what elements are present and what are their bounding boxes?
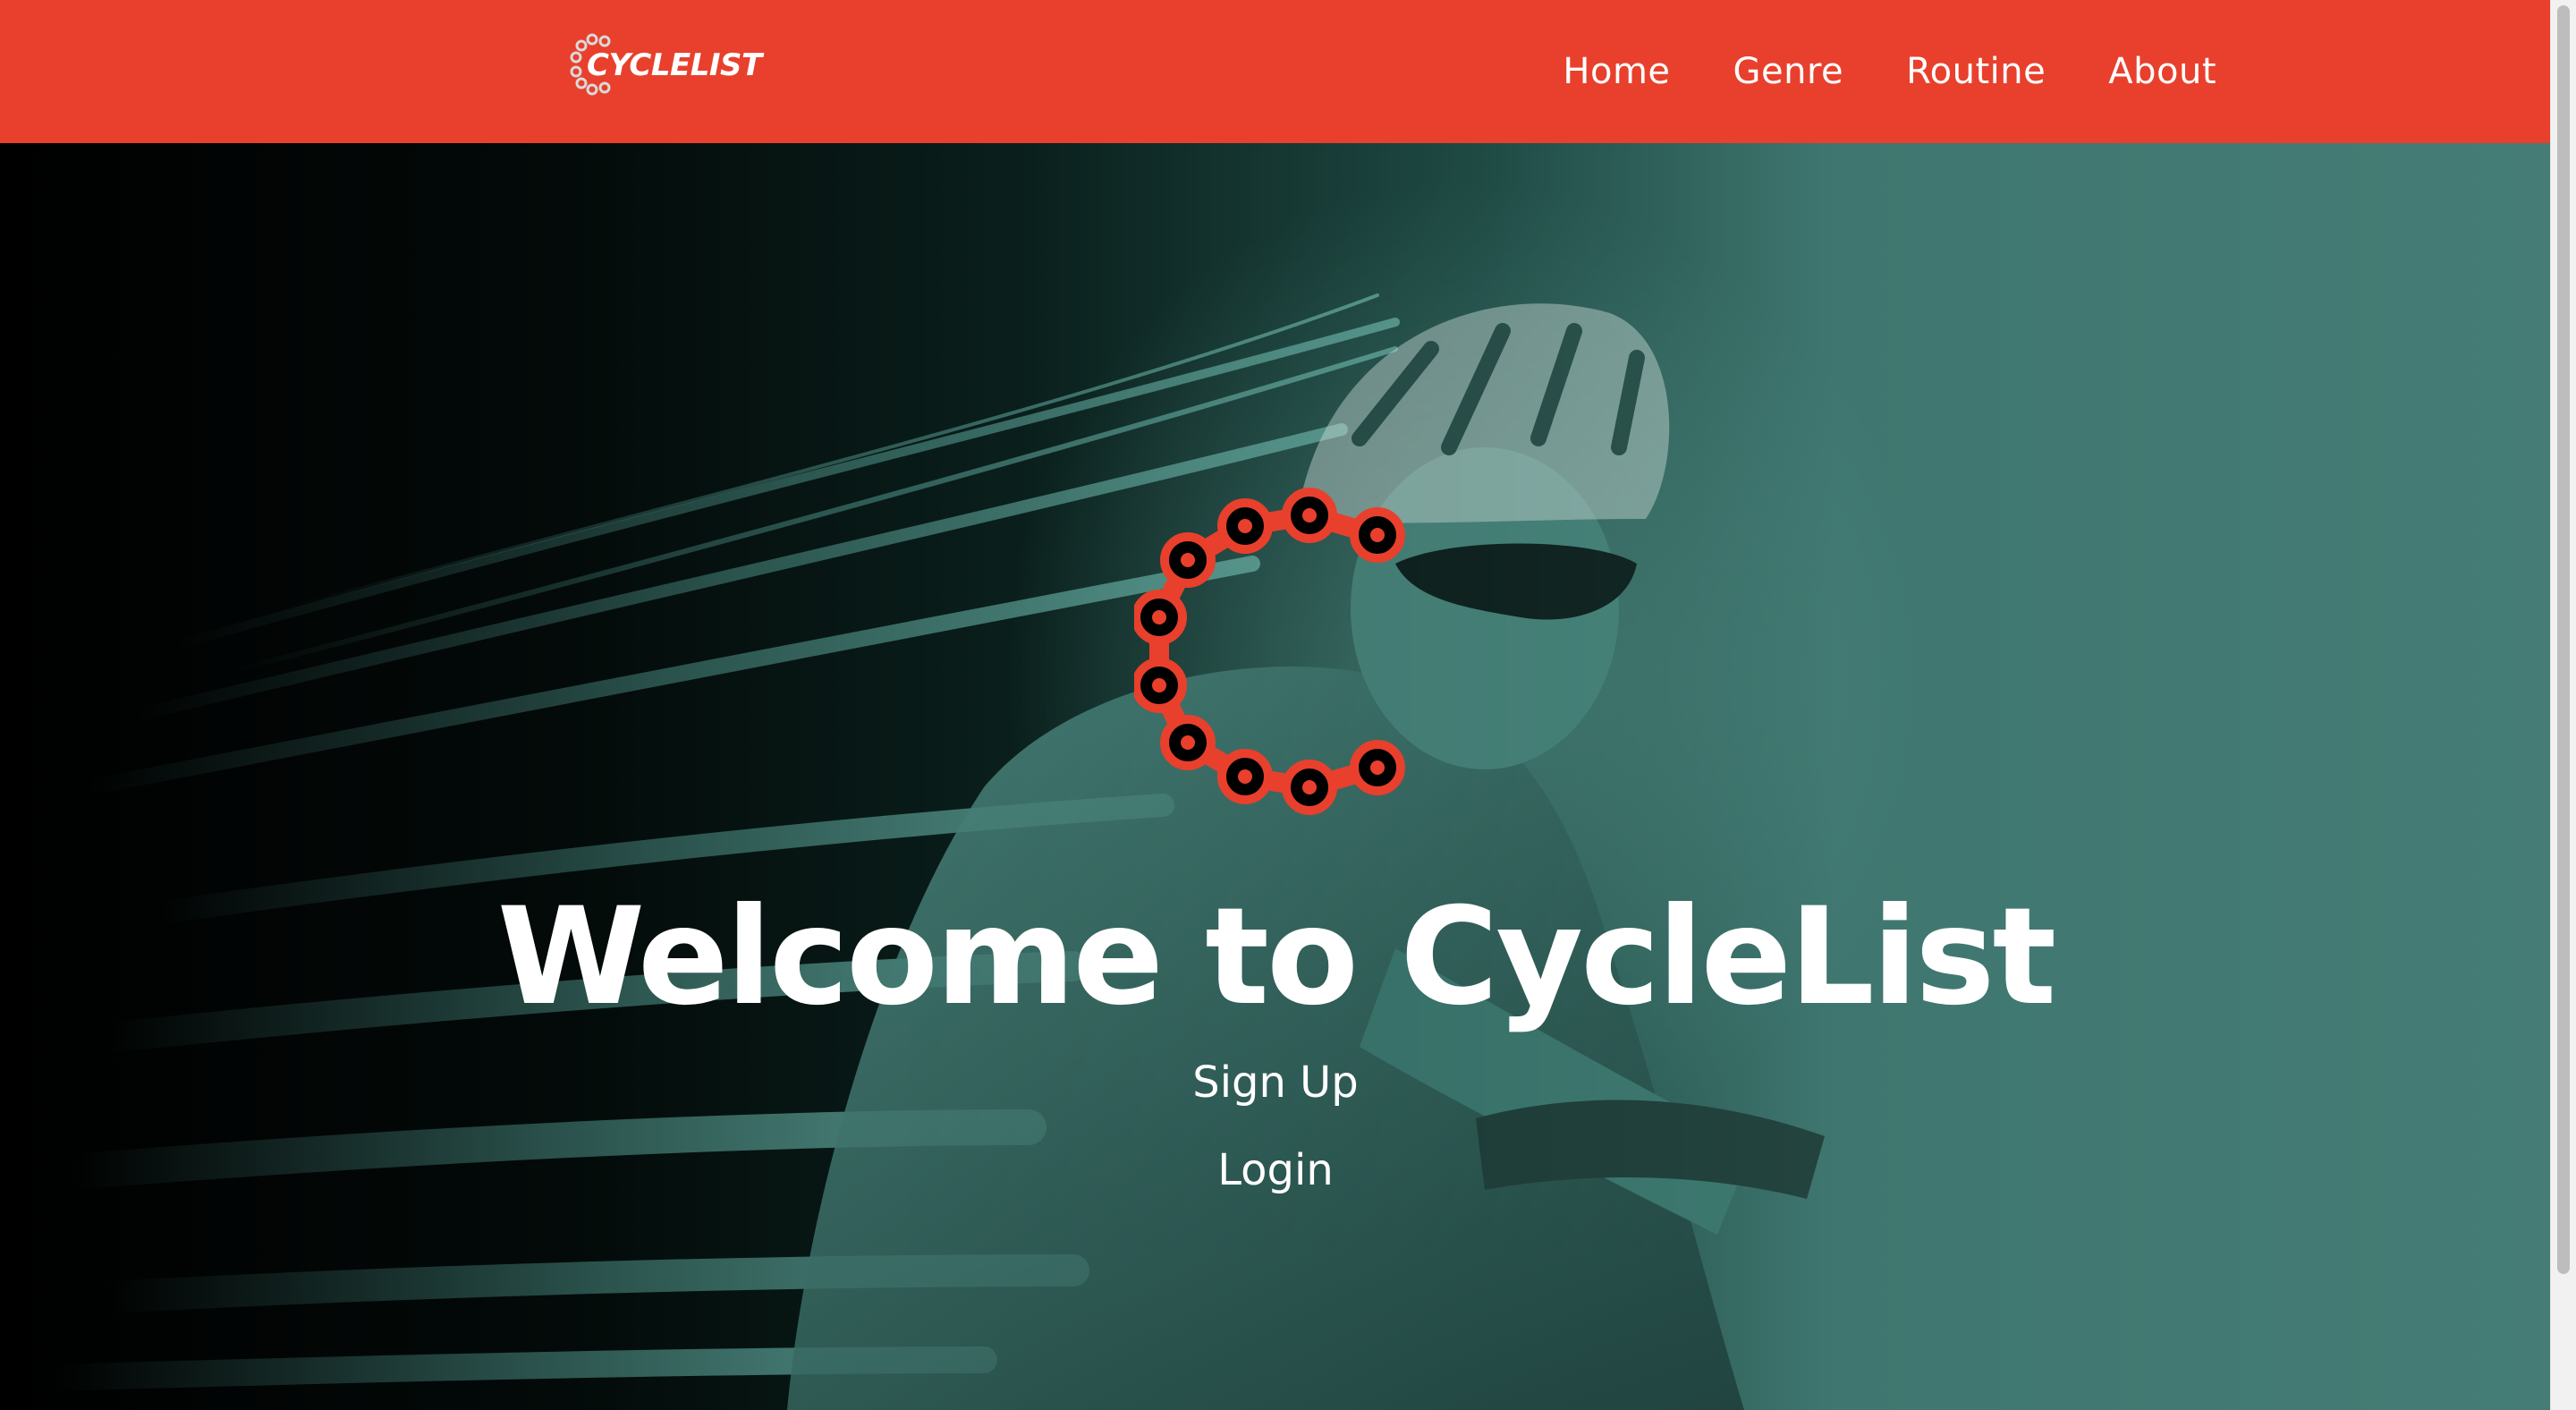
- nav-item-genre: Genre: [1733, 51, 1844, 92]
- brand-name: CYCLELIST: [587, 47, 762, 83]
- nav-item-home: Home: [1563, 51, 1670, 92]
- nav-link-about[interactable]: About: [2108, 51, 2216, 92]
- nav-link-routine[interactable]: Routine: [1906, 51, 2046, 92]
- nav-item-routine: Routine: [1906, 51, 2046, 92]
- brand-logo-link[interactable]: CYCLELIST: [567, 32, 764, 104]
- nav-item-about: About: [2108, 51, 2216, 92]
- nav-link-genre[interactable]: Genre: [1733, 51, 1844, 92]
- page: CYCLELIST Home Genre Routine About Welco…: [0, 0, 2576, 1410]
- scrollbar-thumb[interactable]: [2557, 5, 2570, 1274]
- vertical-scrollbar[interactable]: [2550, 0, 2576, 1410]
- hero-title: Welcome to CycleList: [496, 879, 2056, 1035]
- login-link[interactable]: Login: [0, 1145, 2551, 1195]
- navbar: CYCLELIST Home Genre Routine About: [0, 0, 2551, 143]
- hero-content: Welcome to CycleList Sign Up Login: [0, 143, 2551, 1410]
- nav-menu: Home Genre Routine About: [1563, 0, 2216, 143]
- signup-link[interactable]: Sign Up: [0, 1058, 2551, 1108]
- nav-link-home[interactable]: Home: [1563, 51, 1670, 92]
- hero-section: Welcome to CycleList Sign Up Login: [0, 143, 2551, 1410]
- chain-c-logo-icon: [1134, 488, 1405, 815]
